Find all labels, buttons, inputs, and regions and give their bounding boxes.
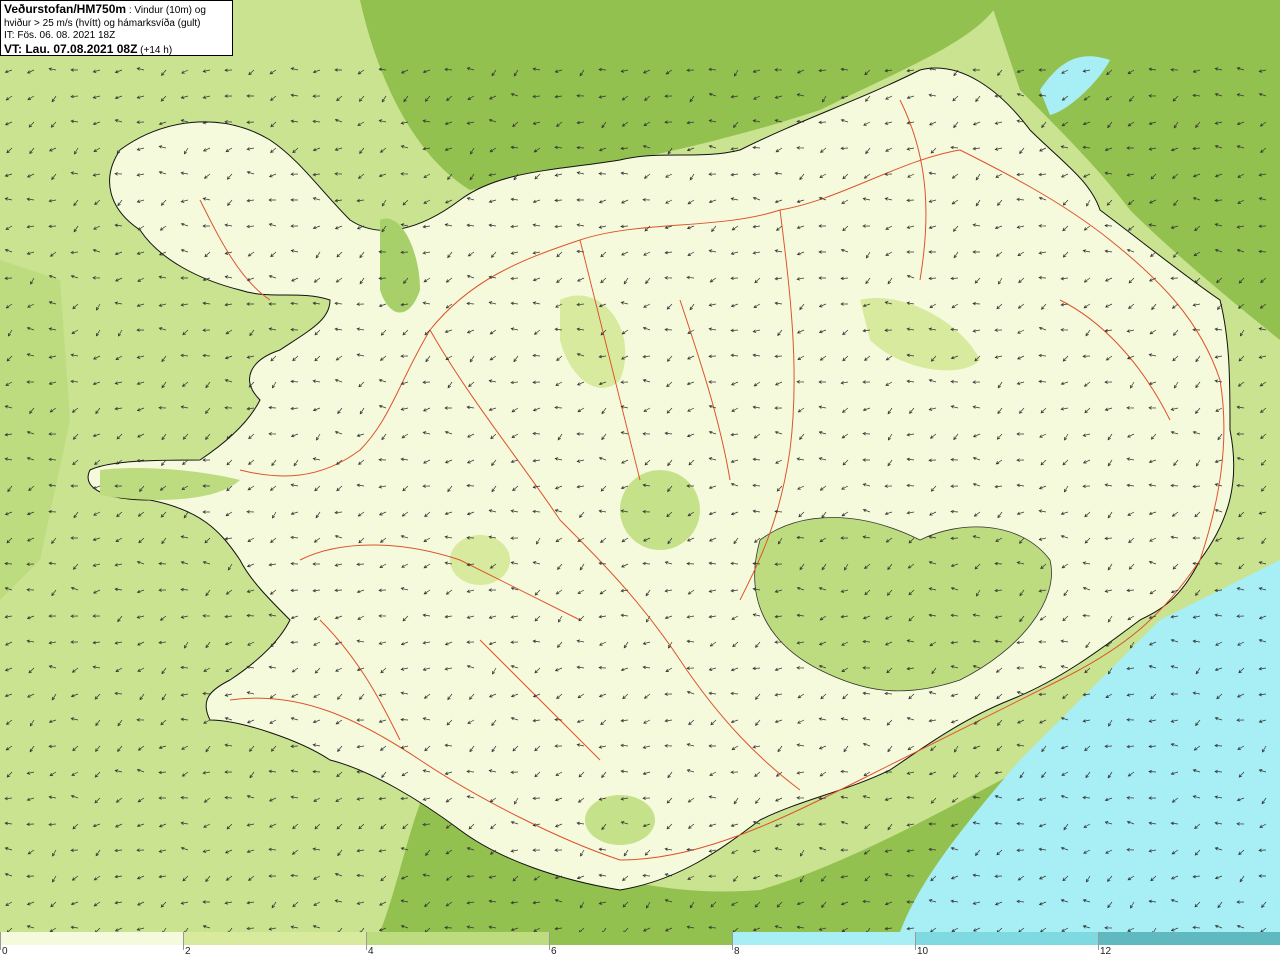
legend-label: 10 <box>917 946 929 957</box>
legend-swatch <box>183 932 366 945</box>
legend-tick <box>732 932 733 950</box>
legend-label: 4 <box>368 946 374 957</box>
legend-tick <box>0 932 1 950</box>
legend-label: 2 <box>185 946 191 957</box>
legend-tick <box>183 932 184 950</box>
legend-label: 8 <box>734 946 740 957</box>
legend-tick <box>366 932 367 950</box>
legend-swatch <box>732 932 915 945</box>
legend-tick <box>1098 932 1099 950</box>
legend-label: 0 <box>2 946 8 957</box>
legend-swatch <box>1098 932 1280 945</box>
legend-label: 12 <box>1100 946 1112 957</box>
valid-offset: (+14 h) <box>137 44 173 56</box>
title-line2: hviður > 25 m/s (hvítt) og hámarksvíða (… <box>4 17 201 29</box>
wind-map: Veðurstofan/HM750m : Vindur (10m) og hvi… <box>0 0 1280 932</box>
title-rest: : Vindur (10m) og <box>126 5 206 16</box>
legend-label: 6 <box>551 946 557 957</box>
source-label: Veðurstofan/HM750m <box>4 2 127 16</box>
legend-swatch <box>549 932 732 945</box>
legend-swatch <box>0 932 183 945</box>
glacier-hofsjokull <box>620 470 700 550</box>
legend-swatch <box>915 932 1098 945</box>
map-title-box: Veðurstofan/HM750m : Vindur (10m) og hvi… <box>0 0 233 56</box>
legend-tick <box>915 932 916 950</box>
valid-time: VT: Lau. 07.08.2021 08Z <box>4 41 138 56</box>
legend-tick <box>549 932 550 950</box>
glacier-myrdalsjokull <box>585 795 655 845</box>
map-canvas <box>0 0 1280 932</box>
color-scale-legend: 0 2 4 6 8 10 12 <box>0 932 1280 960</box>
legend-swatch <box>366 932 549 945</box>
